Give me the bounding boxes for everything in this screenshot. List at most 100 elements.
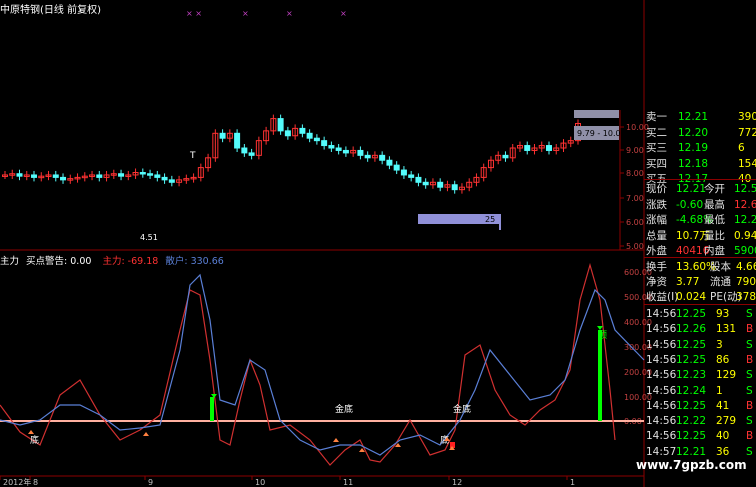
tick-time: 14:56: [646, 399, 677, 412]
candle: [415, 176, 422, 183]
quote-row: 买四 12.18 154: [646, 157, 756, 171]
stat-value: 12.55: [734, 183, 756, 195]
x-axis-label: 10: [255, 478, 265, 487]
stat-value: 0.94: [734, 229, 756, 242]
quote-row: 换手13.60%股本4.66亿: [646, 260, 756, 274]
divider: [644, 304, 756, 305]
stat-label: 现价: [646, 183, 667, 195]
up-arrow-icon: [333, 438, 339, 442]
bid-price: 12.18: [678, 157, 709, 170]
tick-volume: 93: [716, 308, 730, 320]
stat-value: 59001: [734, 245, 756, 257]
fund-label: 换手: [646, 261, 667, 273]
tick-side: S: [746, 384, 753, 397]
candle: [379, 154, 386, 161]
x-axis: 2012年 8 9 10 11 12 1: [0, 476, 575, 487]
stat-label: 总量: [646, 229, 667, 242]
stat-label: 今开: [704, 183, 725, 195]
price-axis-label: 9.00: [626, 146, 644, 155]
candle: [139, 172, 146, 175]
up-arrow-icon: [143, 432, 149, 436]
candle: [147, 173, 154, 176]
candle: [422, 181, 429, 186]
stat-label: 最低: [704, 214, 725, 226]
quote-row: 涨幅-4.68%最低12.20: [646, 213, 756, 227]
tick-time: 14:56: [646, 430, 677, 443]
quote-row: 14:56 12.25 93 S: [646, 307, 756, 321]
tick-volume: 36: [716, 445, 730, 458]
tick-side: B: [746, 353, 754, 366]
stat-label: 涨跌: [646, 198, 667, 211]
stat-label: 外盘: [646, 245, 667, 257]
tick-price: 12.25: [676, 430, 707, 443]
candle: [248, 152, 255, 156]
stat-label: 量比: [704, 229, 725, 242]
tick-time: 14:56: [646, 338, 677, 351]
fund-value: 378.3: [736, 291, 756, 303]
price-axis-label: 5.00: [626, 242, 644, 251]
tick-time: 14:56: [646, 323, 677, 336]
tick-time: 14:56: [646, 308, 677, 320]
quote-row: 14:56 12.25 3 S: [646, 338, 756, 352]
candle: [328, 145, 335, 149]
candle: [161, 176, 168, 181]
candle: [400, 169, 407, 176]
tick-volume: 279: [716, 415, 737, 428]
quote-row: 14:56 12.25 41 B: [646, 399, 756, 413]
candle: [502, 154, 509, 159]
stat-value: 12.65: [734, 198, 756, 211]
tick-time: 14:56: [646, 369, 677, 382]
stat-value: -0.60: [676, 198, 704, 211]
candle: [234, 132, 241, 149]
bottom-label-1: 底: [30, 434, 39, 446]
quote-row: 14:56 12.24 1 S: [646, 384, 756, 398]
quote-row: 14:57 12.21 36 S: [646, 445, 756, 459]
divider: [644, 179, 756, 180]
tick-price: 12.24: [676, 384, 707, 397]
x-axis-label: 9: [148, 478, 153, 487]
gold-label-2: 金底: [453, 403, 471, 415]
quote-row: 涨跌 -0.60最高 12.65: [646, 198, 756, 212]
quote-row: 14:56 12.26 131 B: [646, 322, 756, 336]
tick-price: 12.22: [676, 415, 707, 428]
candle: [393, 164, 400, 171]
bid-volume: 6: [738, 142, 745, 154]
candle: [451, 184, 458, 191]
fund-label: 收益(I): [646, 291, 679, 303]
stat-value: 12.21: [676, 183, 707, 195]
bid-volume: 772: [738, 126, 756, 139]
x-axis-label: 2012年: [3, 477, 31, 487]
main-force-label: 主力: -69.18: [102, 256, 159, 267]
candle: [118, 173, 125, 177]
tick-time: 14:56: [646, 353, 677, 366]
tick-volume: 1: [716, 384, 723, 397]
gold-label-1: 金底: [335, 403, 353, 415]
candle: [306, 132, 313, 139]
x-axis-label: 1: [570, 478, 575, 487]
divider: [644, 257, 756, 258]
indicator-legend: 主力 买点警告: 0.00 主力: -69.18 散户: 330.66: [0, 253, 224, 267]
watermark: www.7gpzb.com: [636, 458, 747, 472]
tick-volume: 40: [716, 430, 730, 443]
tick-volume: 129: [716, 369, 737, 382]
up-arrow-icon: [28, 430, 34, 434]
top-label: 顶: [598, 330, 607, 341]
tick-side: S: [746, 338, 753, 351]
tick-time: 14:56: [646, 384, 677, 397]
fund-value: 0.024: [676, 291, 707, 303]
fund-label: 流通: [710, 276, 731, 288]
quote-row: 买三 12.19 6: [646, 141, 756, 155]
quote-row: 买二 12.20 772: [646, 126, 756, 140]
bid-label: 买四: [646, 157, 667, 170]
bid-price: 12.21: [678, 111, 709, 123]
candle: [342, 149, 349, 154]
stock-chart: 10.009.008.007.006.005.00 600.00500.0040…: [0, 0, 652, 487]
tick-volume: 131: [716, 323, 737, 336]
tick-price: 12.26: [676, 323, 707, 336]
tick-side: S: [746, 369, 753, 382]
tick-time: 14:56: [646, 415, 677, 428]
main-force-line: [0, 262, 616, 466]
candle: [335, 147, 342, 151]
header-mark: × ×: [186, 9, 202, 18]
quote-row: 14:56 12.23 129 S: [646, 368, 756, 382]
